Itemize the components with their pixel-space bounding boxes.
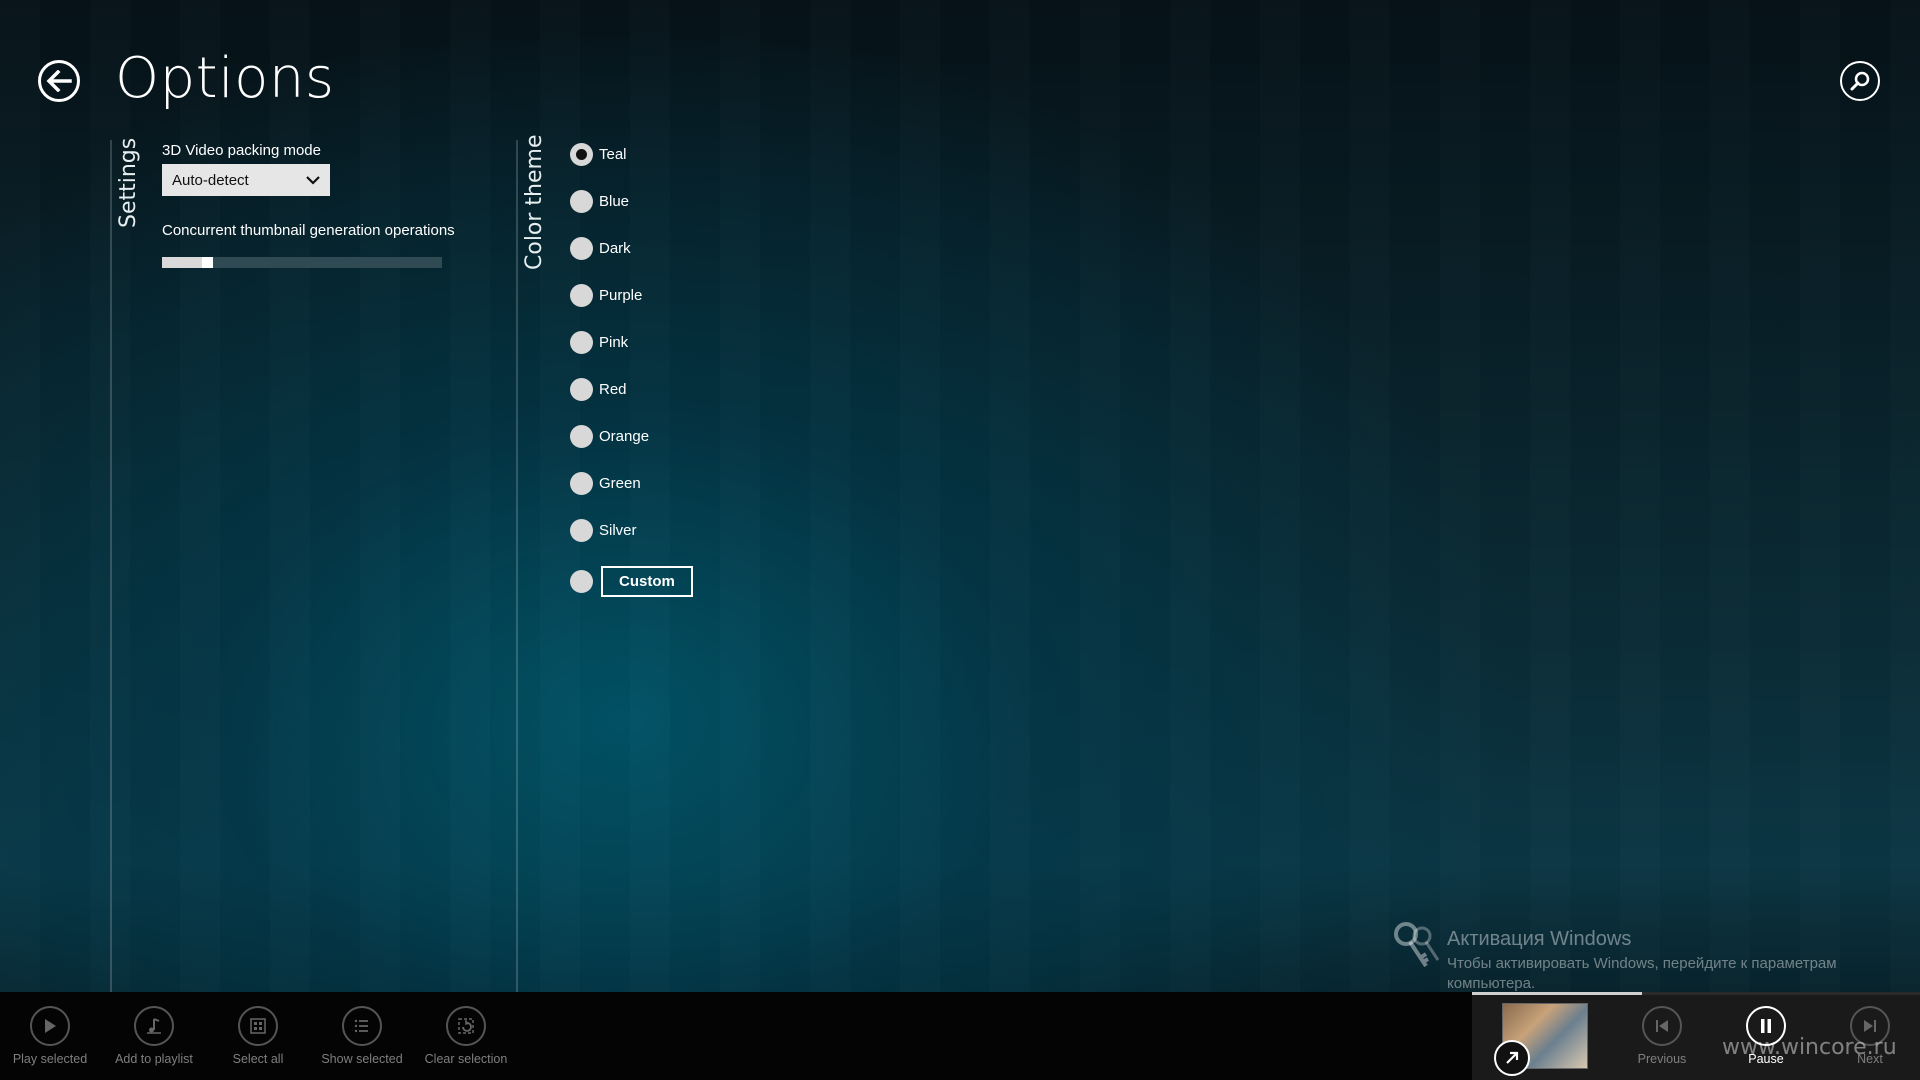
back-button[interactable] (38, 60, 80, 102)
theme-option-label: Orange (599, 427, 650, 445)
clear-selection-icon (446, 1006, 486, 1046)
radio-button[interactable] (570, 424, 593, 448)
select-all-icon (238, 1006, 278, 1046)
expand-player-button[interactable] (1494, 1040, 1530, 1076)
slider-thumb[interactable] (202, 257, 213, 268)
radio-button[interactable] (570, 142, 593, 166)
add-to-playlist-button[interactable]: Add to playlist (104, 992, 204, 1080)
theme-option-label: Blue (599, 192, 630, 210)
keys-icon (1394, 922, 1440, 968)
previous-button[interactable]: Previous (1622, 992, 1702, 1080)
theme-option-purple[interactable]: Purple (570, 281, 642, 309)
theme-option-dark[interactable]: Dark (570, 234, 631, 262)
play-selected-label: Play selected (12, 1052, 88, 1066)
custom-theme-button[interactable]: Custom (601, 565, 693, 597)
thumbnail-ops-label: Concurrent thumbnail generation operatio… (162, 222, 455, 239)
theme-option-silver[interactable]: Silver (570, 516, 637, 544)
radio-button[interactable] (570, 471, 593, 495)
select-all-label: Select all (232, 1052, 284, 1066)
search-icon (1850, 71, 1870, 91)
radio-button[interactable] (570, 189, 593, 213)
show-selected-icon (342, 1006, 382, 1046)
select-all-button[interactable]: Select all (208, 992, 308, 1080)
theme-option-blue[interactable]: Blue (570, 187, 629, 215)
activation-title: Активация Windows (1447, 928, 1632, 950)
thumbnail-ops-slider[interactable] (162, 257, 442, 268)
theme-option-label: Dark (599, 239, 631, 257)
expand-arrow-icon (1506, 1051, 1519, 1064)
back-arrow-icon (46, 70, 72, 92)
theme-option-custom[interactable]: Custom (570, 565, 693, 597)
previous-icon (1642, 1006, 1682, 1046)
theme-option-label: Pink (599, 333, 629, 351)
show-selected-button[interactable]: Show selected (312, 992, 412, 1080)
chevron-down-icon (306, 176, 320, 185)
play-selected-button[interactable]: Play selected (0, 992, 100, 1080)
theme-option-red[interactable]: Red (570, 375, 627, 403)
clear-selection-label: Clear selection (424, 1052, 508, 1066)
theme-option-label: Silver (599, 521, 637, 539)
playback-progress-fill (1472, 992, 1643, 995)
theme-option-pink[interactable]: Pink (570, 328, 628, 356)
site-watermark: www.wincore.ru (1722, 1035, 1897, 1060)
radio-button[interactable] (570, 377, 593, 401)
radio-button[interactable] (570, 236, 593, 260)
radio-selected-dot (576, 148, 587, 160)
settings-section-label: Settings (116, 137, 141, 228)
color-theme-divider (516, 140, 518, 992)
radio-button[interactable] (570, 283, 593, 307)
radio-button[interactable] (570, 569, 593, 593)
page-title: Options (115, 46, 335, 111)
packing-mode-value: Auto-detect (172, 171, 249, 189)
theme-option-label: Teal (599, 145, 627, 163)
clear-selection-button[interactable]: Clear selection (416, 992, 516, 1080)
theme-option-label: Red (599, 380, 627, 398)
radio-button[interactable] (570, 330, 593, 354)
theme-option-label: Purple (599, 286, 643, 304)
add-to-playlist-icon (134, 1006, 174, 1046)
previous-label: Previous (1637, 1052, 1687, 1066)
theme-option-label: Green (599, 474, 641, 492)
theme-option-teal[interactable]: Teal (570, 140, 627, 168)
show-selected-label: Show selected (321, 1052, 403, 1066)
search-button[interactable] (1840, 61, 1880, 101)
packing-mode-label: 3D Video packing mode (162, 142, 321, 159)
activation-text: Чтобы активировать Windows, перейдите к … (1447, 955, 1837, 992)
color-theme-section-label: Color theme (522, 134, 547, 270)
add-to-playlist-label: Add to playlist (115, 1052, 193, 1066)
play-icon (30, 1006, 70, 1046)
theme-option-orange[interactable]: Orange (570, 422, 649, 450)
packing-mode-select[interactable]: Auto-detect (162, 164, 330, 196)
theme-option-green[interactable]: Green (570, 469, 641, 497)
slider-fill (162, 257, 202, 268)
settings-divider (110, 140, 112, 992)
radio-button[interactable] (570, 518, 593, 542)
